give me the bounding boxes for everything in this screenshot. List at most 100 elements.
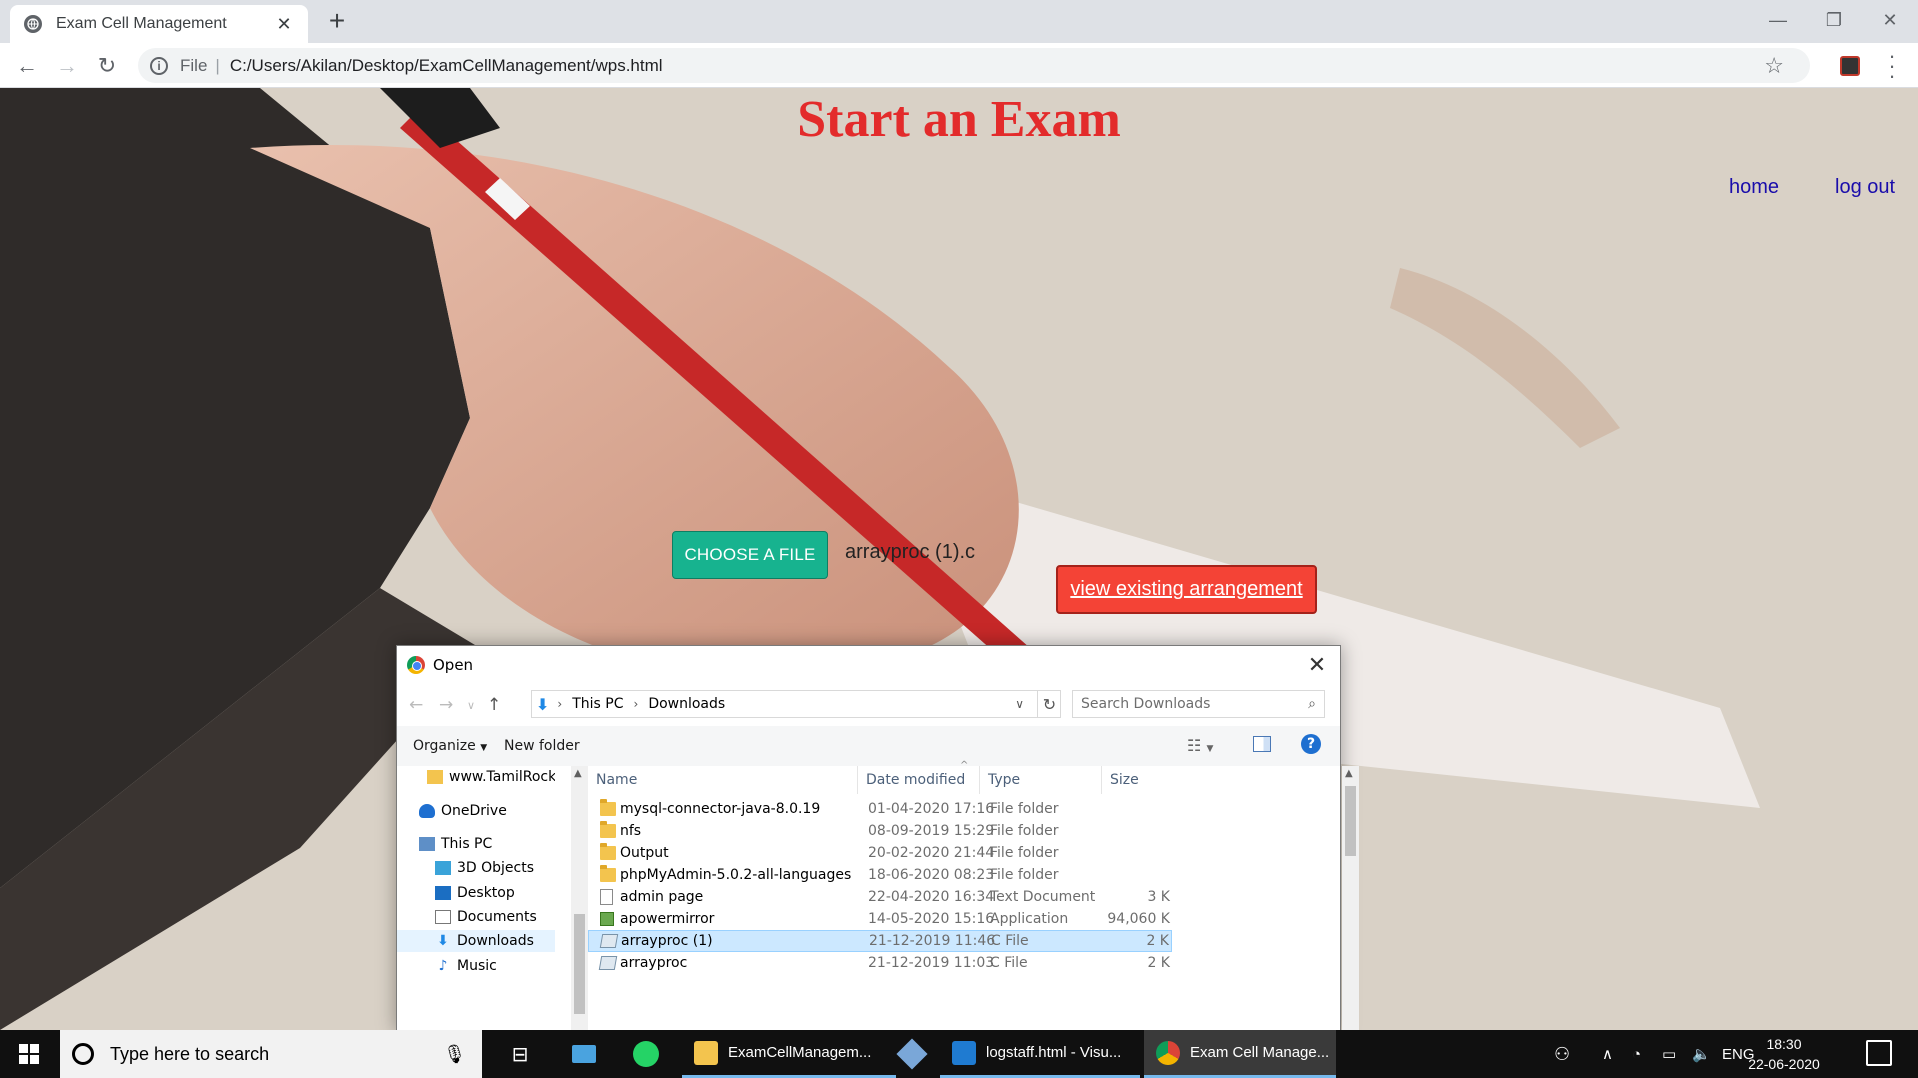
dialog-search-input[interactable]: Search Downloads ⌕ (1072, 690, 1325, 718)
restore-icon[interactable]: ❐ (1806, 0, 1862, 40)
file-type: C File (990, 955, 1028, 971)
change-view-icon[interactable]: ☷ ▼ (1187, 736, 1213, 755)
music-icon: ♪ (438, 958, 448, 974)
file-date: 22-04-2020 16:34 (868, 889, 995, 905)
file-row[interactable]: apowermirror 14-05-2020 15:16 Applicatio… (588, 908, 1172, 930)
task-view-icon[interactable]: ⊟ (500, 1030, 540, 1078)
refresh-icon[interactable]: ↻ (1037, 690, 1061, 718)
organize-button[interactable]: Organize ▼ (413, 738, 487, 754)
window-close-icon[interactable]: ✕ (1862, 0, 1918, 40)
file-row[interactable]: arrayproc 21-12-2019 11:03 C File 2 K (588, 952, 1172, 974)
file-row[interactable]: admin page 22-04-2020 16:34 Text Documen… (588, 886, 1172, 908)
dialog-forward-arrow-icon[interactable]: → (439, 695, 453, 715)
scrollbar-thumb[interactable] (1345, 786, 1356, 856)
file-row[interactable]: mysql-connector-java-8.0.19 01-04-2020 1… (588, 798, 1172, 820)
taskbar-clock[interactable]: 18:30 22-06-2020 (1748, 1034, 1820, 1074)
cortana-icon[interactable] (72, 1043, 94, 1065)
column-header-type[interactable]: Type (980, 766, 1102, 794)
clock-time: 18:30 (1766, 1036, 1802, 1052)
browser-menu-icon[interactable]: · · · (1882, 45, 1902, 87)
file-date: 21-12-2019 11:03 (868, 955, 995, 971)
up-folder-arrow-icon[interactable]: ↑ (487, 695, 501, 715)
file-row[interactable]: Output 20-02-2020 21:44 File folder (588, 842, 1172, 864)
people-icon[interactable]: ⚇ (1554, 1030, 1570, 1078)
search-icon: ⌕ (1308, 696, 1316, 712)
logout-link[interactable]: log out (1835, 176, 1895, 199)
file-row-selected[interactable]: arrayproc (1) 21-12-2019 11:46 C File 2 … (588, 930, 1172, 952)
dialog-navigation-bar: ← → ∨ ↑ ⬇ › This PC › Downloads ∨ ↻ Sear… (397, 684, 1340, 726)
breadcrumb-downloads[interactable]: Downloads (648, 696, 725, 712)
breadcrumb-chevron-icon[interactable]: › (557, 697, 562, 711)
help-icon[interactable]: ? (1301, 734, 1321, 754)
battery-icon[interactable]: ▭ (1662, 1030, 1676, 1078)
c-file-icon (598, 956, 618, 970)
dialog-address-bar[interactable]: ⬇ › This PC › Downloads ∨ (531, 690, 1061, 718)
info-icon[interactable]: i (150, 56, 168, 75)
whatsapp-icon[interactable] (622, 1030, 670, 1078)
recent-locations-chevron-icon[interactable]: ∨ (467, 699, 475, 712)
file-explorer-icon (694, 1040, 718, 1065)
home-link[interactable]: home (1729, 176, 1779, 199)
taskbar: Type here to search 🎙 ⊟ ExamCellManagem.… (0, 1030, 1918, 1078)
microphone-icon[interactable]: 🎙 (443, 1044, 466, 1065)
nav-item-3d-objects[interactable]: 3D Objects (435, 857, 555, 879)
this-pc-icon (419, 837, 435, 851)
scrollbar-thumb[interactable] (574, 914, 585, 1014)
column-header-date-modified[interactable]: Date modified (858, 766, 980, 794)
file-row[interactable]: phpMyAdmin-5.0.2-all-languages 18-06-202… (588, 864, 1172, 886)
nav-item-tamilrocke[interactable]: www.TamilRocke (427, 766, 555, 788)
3d-app-icon[interactable] (888, 1030, 936, 1078)
choose-file-button[interactable]: CHOOSE A FILE (672, 531, 828, 579)
network-drive-icon[interactable] (560, 1030, 608, 1078)
dialog-body: www.TamilRocke OneDrive This PC 3D Objec… (397, 760, 1359, 1032)
taskbar-app-chrome[interactable]: Exam Cell Manage... (1144, 1030, 1336, 1078)
breadcrumb-this-pc[interactable]: This PC (572, 696, 623, 712)
url-text[interactable]: C:/Users/Akilan/Desktop/ExamCellManageme… (230, 56, 663, 76)
file-type: File folder (990, 823, 1059, 839)
nav-item-this-pc[interactable]: This PC (419, 833, 555, 855)
back-arrow-icon[interactable]: ← (10, 49, 44, 83)
volume-icon[interactable]: 🔈 (1692, 1030, 1711, 1078)
preview-pane-icon[interactable] (1253, 736, 1271, 752)
forward-arrow-icon[interactable]: → (50, 49, 84, 83)
column-header-name[interactable]: Name (588, 766, 858, 794)
navigation-pane-scrollbar[interactable]: ▲ (571, 766, 588, 1032)
address-bar[interactable]: i File | C:/Users/Akilan/Desktop/ExamCel… (138, 48, 1810, 83)
view-existing-arrangement-button[interactable]: view existing arrangement (1056, 565, 1317, 614)
file-size: 2 K (1146, 933, 1169, 949)
nav-item-onedrive[interactable]: OneDrive (419, 800, 555, 822)
nav-item-documents[interactable]: Documents (435, 906, 555, 928)
file-size: 94,060 K (1107, 911, 1170, 927)
file-row[interactable]: nfs 08-09-2019 15:29 File folder (588, 820, 1172, 842)
file-name: phpMyAdmin-5.0.2-all-languages (620, 867, 852, 883)
dialog-close-icon[interactable]: ✕ (1302, 650, 1332, 680)
taskbar-app-vscode[interactable]: logstaff.html - Visu... (940, 1030, 1140, 1078)
nav-item-desktop[interactable]: Desktop (435, 882, 555, 904)
onedrive-icon (419, 804, 435, 818)
scroll-up-icon[interactable]: ▲ (574, 768, 582, 779)
reload-icon[interactable]: ↻ (90, 49, 124, 83)
extension-icon[interactable] (1840, 56, 1860, 76)
tab-close-icon[interactable]: ✕ (274, 14, 294, 35)
show-hidden-icons-chevron-icon[interactable]: ∧ (1602, 1030, 1613, 1078)
taskbar-app-file-explorer[interactable]: ExamCellManagem... (682, 1030, 896, 1078)
minimize-icon[interactable]: — (1750, 0, 1806, 40)
browser-tab[interactable]: Exam Cell Management ✕ (10, 5, 308, 43)
nav-item-music[interactable]: ♪ Music (435, 955, 555, 977)
file-list-scrollbar[interactable]: ▲ (1342, 766, 1359, 1032)
column-header-size[interactable]: Size (1102, 766, 1172, 794)
new-folder-button[interactable]: New folder (504, 738, 580, 754)
breadcrumb-chevron-icon[interactable]: › (634, 697, 639, 711)
new-tab-button[interactable]: + (322, 6, 352, 36)
nav-item-downloads[interactable]: ⬇ Downloads (397, 930, 555, 952)
downloads-location-icon: ⬇ (536, 694, 550, 714)
notification-center-icon[interactable] (1866, 1040, 1892, 1066)
nav-item-label: Music (457, 958, 497, 974)
dialog-back-arrow-icon[interactable]: ← (409, 695, 423, 715)
scroll-up-icon[interactable]: ▲ (1345, 768, 1353, 779)
taskbar-search-box[interactable]: Type here to search 🎙 (60, 1030, 482, 1078)
address-dropdown-icon[interactable]: ∨ (1015, 697, 1024, 711)
start-button[interactable] (0, 1030, 58, 1078)
wifi-icon[interactable]: ◔ (1632, 1030, 1641, 1078)
bookmark-star-icon[interactable]: ☆ (1764, 53, 1784, 79)
